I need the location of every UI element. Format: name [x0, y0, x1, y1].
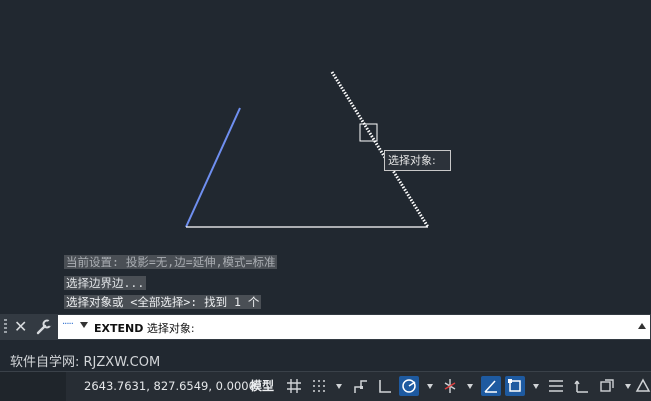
command-prompt-text: EXTEND 选择对象: — [94, 320, 195, 336]
snap-dropdown-icon[interactable] — [336, 384, 342, 389]
cursor-tooltip: 选择对象: — [384, 150, 451, 171]
command-input[interactable]: ····· EXTEND 选择对象: — [58, 315, 650, 339]
isodraft-icon[interactable] — [440, 376, 460, 396]
command-history-line-3: 选择对象或 <全部选择>: 找到 1 个 — [64, 295, 262, 309]
object-snap-tracking-icon[interactable] — [481, 376, 501, 396]
command-history-line-2: 选择边界边... — [64, 276, 147, 290]
polar-dropdown-icon[interactable] — [427, 384, 433, 389]
infer-constraints-icon[interactable] — [351, 376, 371, 396]
status-bar: 2643.7631, 827.6549, 0.0000 模型 — [0, 371, 651, 401]
command-prefix-dots-icon: ····· — [62, 319, 74, 330]
selection-cycling-icon[interactable] — [597, 376, 617, 396]
line-blue-left-edge[interactable] — [185, 107, 241, 228]
drag-grip-icon[interactable] — [4, 319, 9, 335]
command-line-bar: ✕ ····· EXTEND 选择对象: — [0, 314, 651, 340]
lineweight-icon[interactable] — [546, 376, 566, 396]
grid-icon[interactable] — [284, 376, 304, 396]
selection-dropdown-icon[interactable] — [625, 384, 631, 389]
polar-tracking-icon[interactable] — [399, 376, 419, 396]
command-name: EXTEND — [94, 322, 144, 335]
chevron-down-icon[interactable] — [80, 322, 88, 328]
isodraft-dropdown-icon[interactable] — [467, 384, 473, 389]
snap-icon[interactable] — [309, 376, 329, 396]
close-icon[interactable]: ✕ — [14, 317, 27, 336]
ucs-icon[interactable] — [572, 376, 592, 396]
annotation-icon[interactable] — [633, 376, 651, 396]
object-snap-icon[interactable] — [505, 376, 525, 396]
status-bar-left-panel — [0, 372, 66, 401]
command-prompt: 选择对象: — [146, 322, 195, 335]
watermark-text: 软件自学网: RJZXW.COM — [10, 355, 161, 370]
chevron-up-icon[interactable] — [638, 323, 646, 329]
model-space-button[interactable]: 模型 — [250, 377, 274, 394]
wrench-icon[interactable] — [36, 319, 52, 335]
object-snap-dropdown-icon[interactable] — [533, 384, 539, 389]
coordinate-readout[interactable]: 2643.7631, 827.6549, 0.0000 — [84, 379, 256, 393]
command-history-line-1: 当前设置: 投影=无,边=延伸,模式=标准 — [64, 255, 278, 269]
ortho-icon[interactable] — [375, 376, 395, 396]
